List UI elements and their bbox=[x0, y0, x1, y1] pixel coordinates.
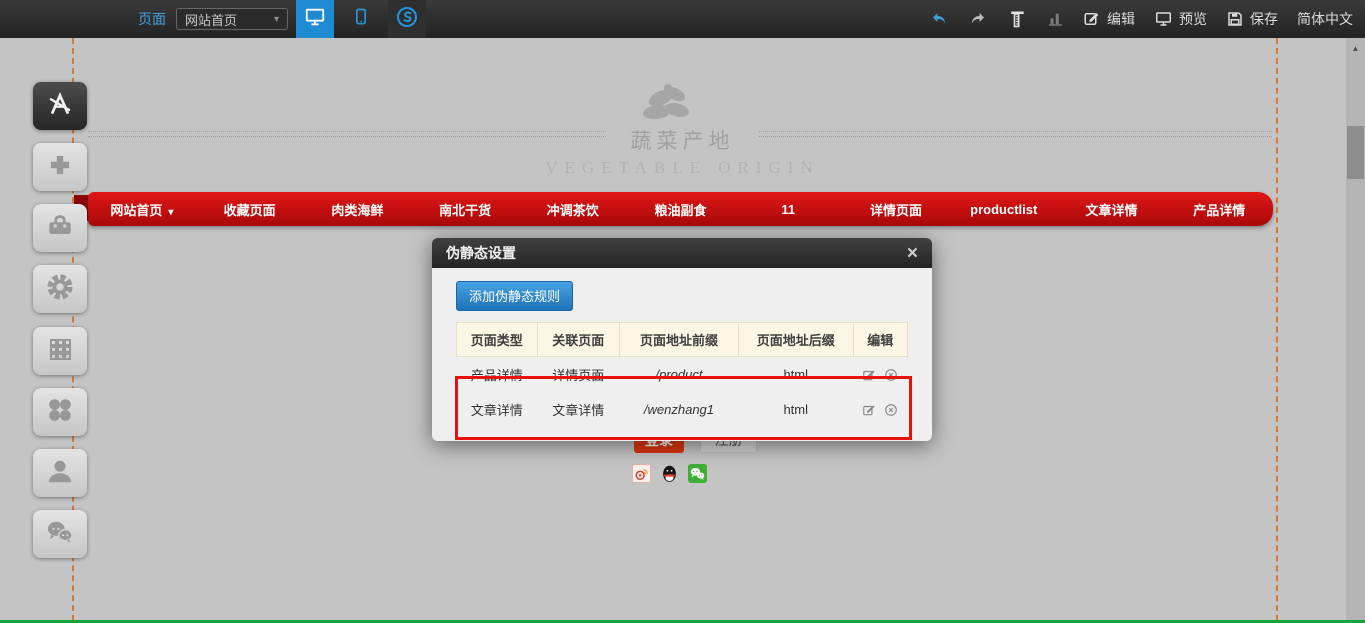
toolbar-left-group: 页面 网站首页 ▾ bbox=[138, 0, 426, 38]
pseudo-static-modal: 伪静态设置 × 添加伪静态规则 页面类型 关联页面 页面地址前缀 页面地址后缀 … bbox=[432, 238, 932, 441]
row-delete-button[interactable] bbox=[884, 368, 898, 382]
col-edit: 编辑 bbox=[853, 323, 907, 357]
close-icon[interactable]: × bbox=[907, 244, 918, 263]
edit-label: 编辑 bbox=[1107, 9, 1135, 29]
site-subtitle: VEGETABLE ORIGIN bbox=[0, 158, 1365, 178]
sidebar-item-toolbox[interactable] bbox=[33, 204, 87, 252]
preview-monitor-icon bbox=[1154, 10, 1173, 28]
redo-button[interactable] bbox=[968, 10, 988, 28]
cell-linked-page: 文章详情 bbox=[537, 392, 620, 427]
sidebar-item-user[interactable] bbox=[33, 449, 87, 497]
undo-icon bbox=[929, 10, 949, 28]
save-label: 保存 bbox=[1250, 9, 1278, 29]
miniprogram-view-button[interactable] bbox=[388, 0, 426, 38]
edit-pencil-icon bbox=[1083, 10, 1101, 28]
sidebar-item-components[interactable] bbox=[33, 388, 87, 436]
sidebar-item-settings[interactable] bbox=[33, 265, 87, 313]
col-url-suffix: 页面地址后缀 bbox=[738, 323, 853, 357]
chevron-down-icon: ▾ bbox=[274, 14, 279, 25]
table-row: 文章详情 文章详情 /wenzhang1 html bbox=[457, 392, 908, 427]
sidebar-item-add[interactable] bbox=[33, 143, 87, 191]
vertical-scrollbar[interactable]: ▲ bbox=[1346, 38, 1365, 620]
site-builder-app: 页面 网站首页 ▾ bbox=[0, 0, 1365, 623]
nav-item-beverages[interactable]: 冲调茶饮 bbox=[519, 200, 627, 219]
qq-icon[interactable] bbox=[660, 464, 679, 483]
toolbar-right-group: 编辑 预览 保存 简体中文 bbox=[929, 0, 1353, 38]
page-select-value: 网站首页 bbox=[185, 10, 237, 29]
undo-button[interactable] bbox=[929, 10, 949, 28]
monitor-icon bbox=[304, 6, 326, 33]
table-row: 产品详情 详情页面 /product html bbox=[457, 357, 908, 393]
cell-url-suffix: html bbox=[738, 357, 853, 393]
site-title: 蔬菜产地 bbox=[607, 125, 759, 155]
app-store-icon bbox=[44, 88, 76, 125]
scroll-up-arrow[interactable]: ▲ bbox=[1346, 38, 1365, 53]
miniprogram-icon bbox=[395, 5, 419, 34]
language-button[interactable]: 简体中文 bbox=[1297, 9, 1353, 29]
row-delete-button[interactable] bbox=[884, 403, 898, 417]
nav-item-11[interactable]: 11 bbox=[734, 202, 842, 217]
nav-item-article-detail[interactable]: 文章详情 bbox=[1058, 200, 1166, 219]
scrollbar-thumb[interactable] bbox=[1347, 126, 1364, 179]
user-icon bbox=[44, 455, 76, 492]
preview-label: 预览 bbox=[1179, 9, 1207, 29]
chat-bubbles-icon bbox=[44, 516, 76, 553]
desktop-view-button[interactable] bbox=[296, 0, 334, 38]
save-button[interactable]: 保存 bbox=[1226, 9, 1278, 29]
nav-item-dry-goods[interactable]: 南北干货 bbox=[411, 200, 519, 219]
page-select-dropdown[interactable]: 网站首页 ▾ bbox=[176, 8, 288, 30]
table-header-row: 页面类型 关联页面 页面地址前缀 页面地址后缀 编辑 bbox=[457, 323, 908, 357]
nav-item-favorite-pages[interactable]: 收藏页面 bbox=[196, 200, 304, 219]
chevron-down-icon: ▾ bbox=[168, 207, 173, 218]
row-edit-button[interactable] bbox=[862, 368, 876, 382]
site-navbar: 网站首页▾ 收藏页面 肉类海鲜 南北干货 冲调茶饮 粮油副食 11 详情页面 p… bbox=[88, 192, 1273, 226]
col-page-type: 页面类型 bbox=[457, 323, 538, 357]
cell-page-type: 产品详情 bbox=[457, 357, 538, 393]
save-floppy-icon bbox=[1226, 10, 1244, 28]
bar-chart-icon bbox=[1046, 10, 1064, 28]
ruler-icon bbox=[1007, 9, 1027, 29]
modal-header: 伪静态设置 × bbox=[432, 238, 932, 268]
redo-icon bbox=[968, 10, 988, 28]
logo-title-row: 蔬菜产地 bbox=[0, 125, 1365, 155]
edit-button[interactable]: 编辑 bbox=[1083, 9, 1135, 29]
col-linked-page: 关联页面 bbox=[537, 323, 620, 357]
cell-url-prefix: /product bbox=[620, 357, 739, 393]
sidebar-item-design[interactable] bbox=[33, 82, 87, 130]
preview-button[interactable]: 预览 bbox=[1154, 9, 1207, 29]
modal-body: 添加伪静态规则 页面类型 关联页面 页面地址前缀 页面地址后缀 编辑 产品详情 … bbox=[432, 268, 932, 441]
col-url-prefix: 页面地址前缀 bbox=[620, 323, 739, 357]
phone-icon bbox=[351, 6, 371, 33]
top-toolbar: 页面 网站首页 ▾ bbox=[0, 0, 1365, 38]
nav-item-product-detail[interactable]: 产品详情 bbox=[1165, 200, 1273, 219]
grid-icon bbox=[45, 334, 75, 369]
cell-url-suffix: html bbox=[738, 392, 853, 427]
nav-item-productlist[interactable]: productlist bbox=[950, 202, 1058, 217]
cell-linked-page: 详情页面 bbox=[537, 357, 620, 393]
language-label: 简体中文 bbox=[1297, 9, 1353, 29]
nav-item-meat-seafood[interactable]: 肉类海鲜 bbox=[303, 200, 411, 219]
sidebar-item-modules[interactable] bbox=[33, 327, 87, 375]
cell-page-type: 文章详情 bbox=[457, 392, 538, 427]
toolbox-icon bbox=[44, 210, 76, 247]
weibo-icon[interactable] bbox=[632, 464, 651, 483]
nav-item-site-home[interactable]: 网站首页▾ bbox=[88, 200, 196, 219]
sidebar-item-chat[interactable] bbox=[33, 510, 87, 558]
nav-item-detail-page[interactable]: 详情页面 bbox=[842, 200, 950, 219]
ruler-button[interactable] bbox=[1007, 9, 1027, 29]
plus-icon bbox=[44, 149, 76, 186]
stats-button[interactable] bbox=[1046, 10, 1064, 28]
row-edit-button[interactable] bbox=[862, 403, 876, 417]
modal-title: 伪静态设置 bbox=[446, 243, 516, 263]
cell-url-prefix: /wenzhang1 bbox=[620, 392, 739, 427]
nav-item-grain-oil[interactable]: 粮油副食 bbox=[627, 200, 735, 219]
wechat-icon[interactable] bbox=[688, 464, 707, 483]
mobile-view-button[interactable] bbox=[342, 0, 380, 38]
clover-icon bbox=[45, 395, 75, 430]
gear-icon bbox=[44, 271, 76, 308]
add-rule-button[interactable]: 添加伪静态规则 bbox=[456, 281, 573, 311]
rules-table: 页面类型 关联页面 页面地址前缀 页面地址后缀 编辑 产品详情 详情页面 /pr… bbox=[456, 322, 908, 427]
page-label: 页面 bbox=[138, 9, 166, 29]
